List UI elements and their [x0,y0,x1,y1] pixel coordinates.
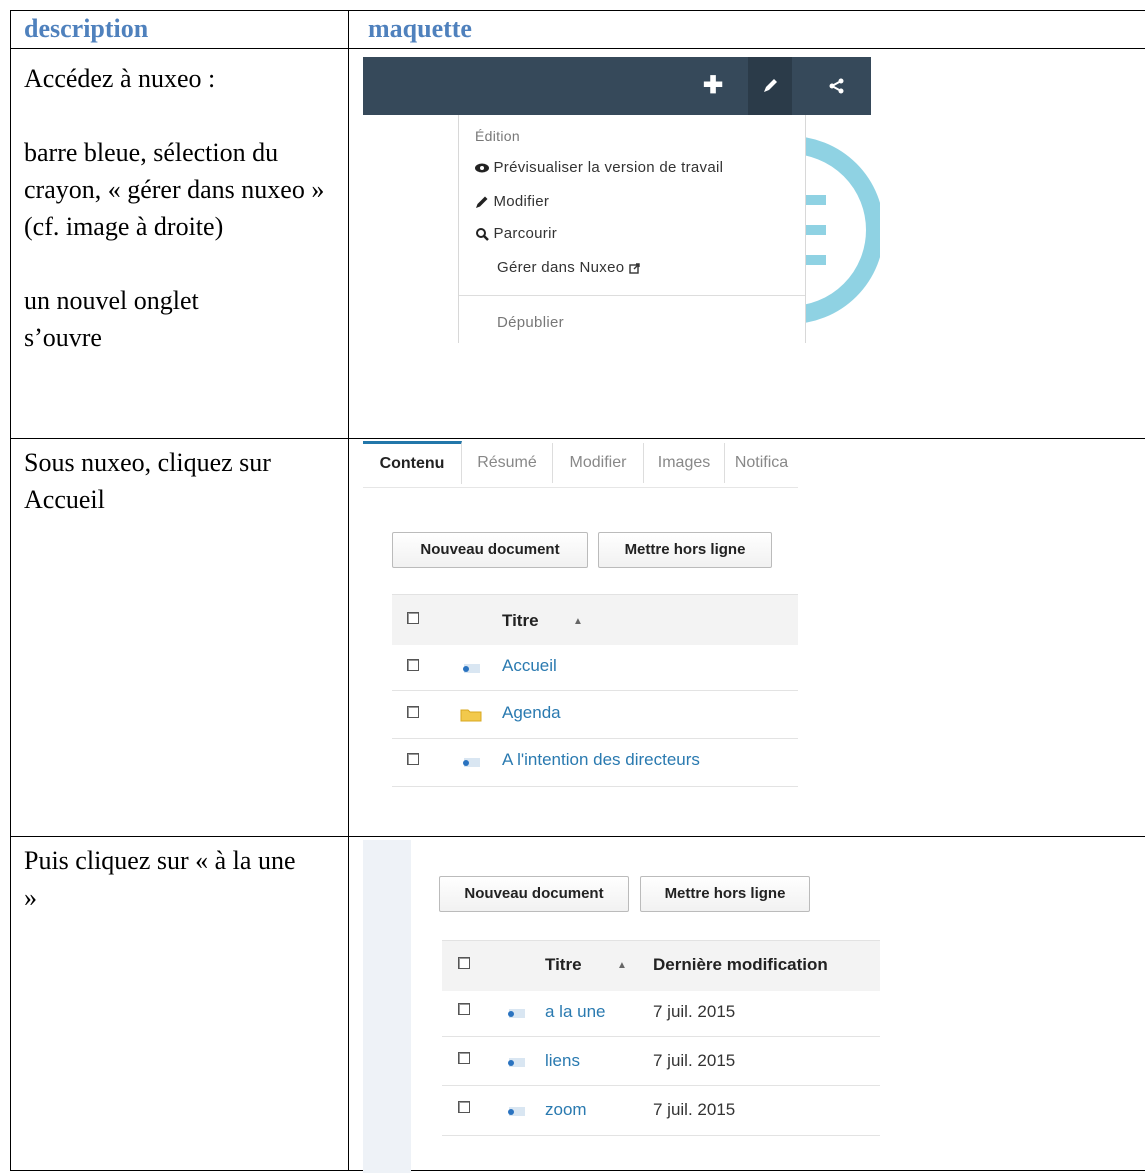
paragraph: Accédez à nuxeo : [24,64,216,93]
row-date: 7 juil. 2015 [653,1100,736,1119]
pencil-icon[interactable] [748,57,792,115]
rule [10,438,1145,439]
row-divider [392,786,798,787]
row-checkbox[interactable] [458,1101,470,1113]
row-divider [442,1085,880,1086]
eye-icon [475,159,493,176]
rule [10,10,11,1171]
plus-icon[interactable]: ✚ [691,57,735,115]
sort-ascending-icon[interactable]: ▲ [573,616,583,627]
folder-icon [460,708,482,722]
row-title-link[interactable]: zoom [545,1100,587,1120]
row-title-link[interactable]: Accueil [502,656,557,676]
menu-item-label: Prévisualiser la version de travail [493,159,724,176]
take-offline-button[interactable]: Mettre hors ligne [640,876,810,912]
document-icon [505,1104,527,1118]
menu-divider [459,295,805,296]
rule [348,10,349,1171]
document-icon [505,1055,527,1069]
tab-resume[interactable]: Résumé [462,443,553,483]
external-link-icon [629,259,640,276]
row-checkbox[interactable] [407,753,419,765]
rule [10,48,1145,49]
rule [10,1170,1145,1171]
row-checkbox[interactable] [458,1052,470,1064]
document-icon [460,755,482,769]
row-title-link[interactable]: a la une [545,1002,606,1022]
share-icon[interactable] [815,57,859,115]
tab-bar: Contenu Résumé Modifier Images Notifica [363,441,798,488]
menu-item-label: Gérer dans Nuxeo [497,259,625,276]
row-title-link[interactable]: Agenda [502,703,561,723]
row-title-link[interactable]: A l'intention des directeurs [502,750,700,770]
blue-toolbar: ✚ [363,57,871,115]
column-title[interactable]: Titre [502,611,539,631]
row1-description: Accédez à nuxeo : barre bleue, sélection… [24,60,344,356]
column-last-modified[interactable]: Dernière modification [653,955,828,975]
row-checkbox[interactable] [458,1003,470,1015]
select-all-checkbox[interactable] [407,612,419,624]
pencil-icon [475,193,493,210]
tab-contenu[interactable]: Contenu [363,441,462,484]
column-title[interactable]: Titre [545,955,582,975]
new-document-button[interactable]: Nouveau document [392,532,588,568]
document-icon [505,1006,527,1020]
menu-item-unpublish[interactable]: Dépublier [497,314,564,331]
row-date: 7 juil. 2015 [653,1051,736,1070]
sort-ascending-icon[interactable]: ▲ [617,960,627,971]
search-icon [475,225,493,242]
table-header [392,594,798,645]
rule [10,836,1145,837]
tab-images[interactable]: Images [644,443,725,483]
row2-description: Sous nuxeo, cliquez sur Accueil [24,448,271,514]
row-divider [442,1036,880,1037]
edit-dropdown-menu: Édition Prévisualiser la version de trav… [458,115,806,343]
menu-item-label: Parcourir [493,225,558,242]
paragraph: barre bleue, sélection du crayon, « gére… [24,138,325,241]
menu-item-manage-in-nuxeo[interactable]: Gérer dans Nuxeo [497,259,640,276]
select-all-checkbox[interactable] [458,957,470,969]
row3-description: Puis cliquez sur « à la une » [24,846,296,912]
paragraph: un nouvel onglet s’ouvre [24,286,199,352]
new-document-button[interactable]: Nouveau document [439,876,629,912]
menu-item-modify[interactable]: Modifier [475,193,549,210]
header-maquette: maquette [368,14,472,43]
document-icon [460,661,482,675]
menu-item-label: Modifier [493,193,550,210]
row-divider [392,738,798,739]
row-divider [392,690,798,691]
row-date: 7 juil. 2015 [653,1002,736,1021]
row-title-link[interactable]: liens [545,1051,580,1071]
tab-notifications[interactable]: Notifica [725,443,798,483]
menu-item-preview[interactable]: Prévisualiser la version de travail [475,159,723,176]
row-checkbox[interactable] [407,659,419,671]
header-description: description [24,14,149,43]
side-panel [363,840,411,1173]
row-divider [442,1135,880,1136]
take-offline-button[interactable]: Mettre hors ligne [598,532,772,568]
menu-item-browse[interactable]: Parcourir [475,225,557,242]
row-checkbox[interactable] [407,706,419,718]
tab-modifier[interactable]: Modifier [553,443,644,483]
menu-section-label: Édition [475,128,520,144]
rule [10,10,1145,11]
